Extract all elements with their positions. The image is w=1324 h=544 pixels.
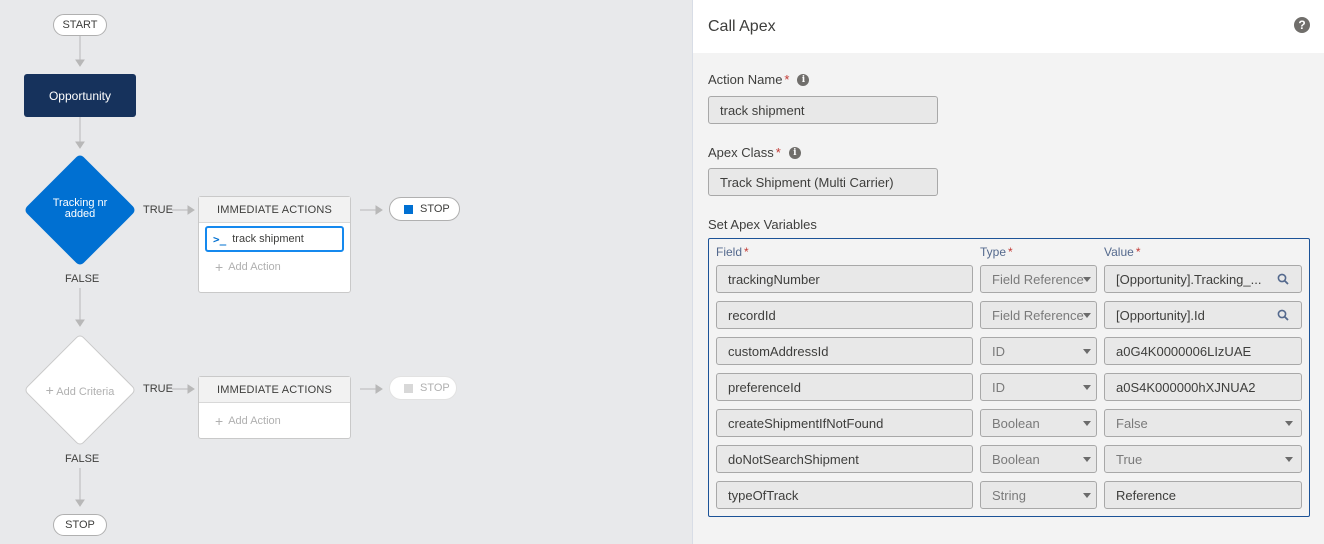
- apex-icon: >_: [213, 232, 227, 246]
- plus-icon: +: [215, 259, 224, 275]
- add-criteria-label[interactable]: + Add Criteria: [36, 382, 124, 398]
- help-icon[interactable]: ?: [1294, 17, 1310, 33]
- add-action-label: Add Action: [228, 261, 281, 273]
- variable-field-preferenceId[interactable]: preferenceId: [716, 373, 973, 401]
- object-label: Opportunity: [48, 88, 112, 103]
- variable-type-select[interactable]: ID: [980, 373, 1097, 401]
- chevron-down-icon: [1083, 349, 1091, 354]
- variable-field-trackingNumber[interactable]: trackingNumber: [716, 265, 973, 293]
- search-icon: [1277, 309, 1289, 321]
- chevron-down-icon: [1083, 421, 1091, 426]
- variable-type-select[interactable]: Field Reference: [980, 301, 1097, 329]
- start-label: START: [62, 19, 98, 31]
- stop-node-2: STOP: [389, 376, 457, 400]
- column-header-type: Type *: [980, 245, 1013, 259]
- immediate-actions-header-2: IMMEDIATE ACTIONS: [199, 377, 350, 403]
- panel-header: Call Apex: [693, 0, 1324, 53]
- variable-value-input[interactable]: [Opportunity].Tracking_...: [1104, 265, 1302, 293]
- true-label-1: TRUE: [143, 204, 173, 216]
- chevron-down-icon: [1285, 421, 1293, 426]
- immediate-actions-header: IMMEDIATE ACTIONS: [199, 197, 350, 223]
- action-name-input[interactable]: track shipment: [708, 96, 938, 124]
- chevron-down-icon: [1083, 277, 1091, 282]
- end-stop-node: STOP: [53, 514, 107, 536]
- search-icon: [1277, 273, 1289, 285]
- column-header-value: Value *: [1104, 245, 1141, 259]
- set-apex-variables-label: Set Apex Variables: [708, 217, 817, 232]
- false-label-1: FALSE: [65, 273, 100, 285]
- chevron-down-icon: [1083, 313, 1091, 318]
- info-icon[interactable]: i: [788, 146, 801, 159]
- action-name-label: Action Name * i: [708, 72, 810, 87]
- start-node: START: [53, 14, 107, 36]
- variable-value-input[interactable]: Reference: [1104, 481, 1302, 509]
- variable-field-typeOfTrack[interactable]: typeOfTrack: [716, 481, 973, 509]
- variable-value-input[interactable]: True: [1104, 445, 1302, 473]
- variable-field-customAddressId[interactable]: customAddressId: [716, 337, 973, 365]
- variable-field-doNotSearchShipment[interactable]: doNotSearchShipment: [716, 445, 973, 473]
- false-label-2: FALSE: [65, 453, 100, 465]
- immediate-actions-panel-2: IMMEDIATE ACTIONS + Add Action: [198, 376, 351, 439]
- plus-icon: +: [45, 382, 54, 398]
- panel-title: Call Apex: [708, 17, 776, 35]
- add-action-button-2[interactable]: + Add Action: [199, 403, 350, 439]
- variable-type-select[interactable]: Field Reference: [980, 265, 1097, 293]
- variable-value-input[interactable]: a0G4K0000006LIzUAE: [1104, 337, 1302, 365]
- apex-class-input[interactable]: Track Shipment (Multi Carrier): [708, 168, 938, 196]
- info-icon[interactable]: i: [797, 73, 810, 86]
- variable-type-select[interactable]: Boolean: [980, 409, 1097, 437]
- apex-variables-table: Field * Type * Value * trackingNumber Field …: [708, 238, 1310, 517]
- apex-class-label: Apex Class * i: [708, 145, 801, 160]
- add-action-button[interactable]: + Add Action: [199, 252, 350, 282]
- variable-field-recordId[interactable]: recordId: [716, 301, 973, 329]
- variable-type-select[interactable]: Boolean: [980, 445, 1097, 473]
- variable-value-input[interactable]: a0S4K000000hXJNUA2: [1104, 373, 1302, 401]
- chevron-down-icon: [1083, 493, 1091, 498]
- plus-icon: +: [215, 413, 224, 429]
- variable-value-input[interactable]: False: [1104, 409, 1302, 437]
- criteria-label: Tracking nr added: [52, 197, 108, 220]
- chevron-down-icon: [1285, 457, 1293, 462]
- process-canvas: START Opportunity Tracking nr added TRUE…: [0, 0, 692, 544]
- stop-square-icon: [404, 383, 413, 393]
- required-marker: *: [784, 72, 790, 87]
- column-header-field: Field *: [716, 245, 749, 259]
- action-item-track-shipment[interactable]: >_ track shipment: [205, 226, 344, 252]
- true-label-2: TRUE: [143, 383, 173, 395]
- immediate-actions-panel: IMMEDIATE ACTIONS >_ track shipment + Ad…: [198, 196, 351, 293]
- stop-square-icon: [404, 204, 413, 214]
- variable-value-input[interactable]: [Opportunity].Id: [1104, 301, 1302, 329]
- call-apex-panel: Call Apex ? Action Name * i track shipmen…: [692, 0, 1324, 544]
- stop-label-1: STOP: [420, 203, 450, 215]
- object-node[interactable]: Opportunity: [24, 74, 136, 117]
- chevron-down-icon: [1083, 457, 1091, 462]
- variable-field-createShipmentIfNotFound[interactable]: createShipmentIfNotFound: [716, 409, 973, 437]
- stop-node-1: STOP: [389, 197, 460, 221]
- variable-type-select[interactable]: ID: [980, 337, 1097, 365]
- chevron-down-icon: [1083, 385, 1091, 390]
- action-item-label: track shipment: [232, 233, 304, 245]
- variable-type-select[interactable]: String: [980, 481, 1097, 509]
- required-marker: *: [775, 145, 781, 160]
